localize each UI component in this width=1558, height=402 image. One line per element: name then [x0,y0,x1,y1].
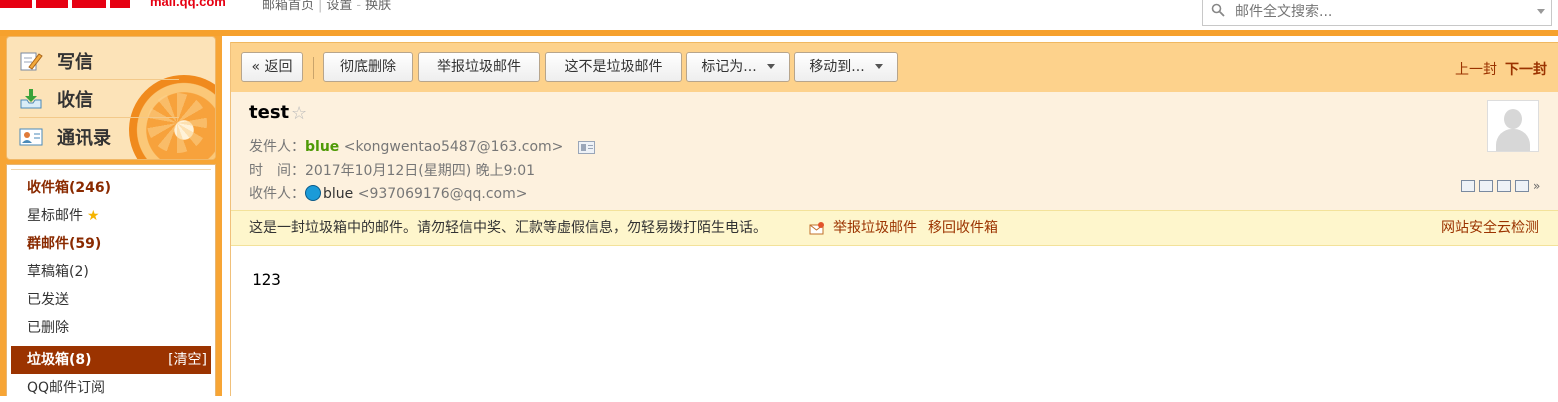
compose-label: 写信 [57,52,93,73]
qq-penguin-icon [305,185,321,201]
sidebar: 写信 收信 通讯录 收件箱(246) 星标邮件 ★ 群邮件(59) 草稿箱(2)… [0,36,222,396]
search-box[interactable] [1202,0,1552,26]
mail-reader: « 返回 彻底删除 举报垃圾邮件 这不是垃圾邮件 标记为... 移动到... 上… [230,42,1558,396]
folder-label: 草稿箱(2) [27,264,89,280]
sender-address: <kongwentao5487@163.com> [343,139,564,155]
receive-button[interactable]: 收信 [19,81,199,117]
sender-row: 发件人：blue <kongwentao5487@163.com> [249,136,595,156]
time-row: 时 间：2017年10月12日(星期四) 晚上9:01 [249,160,535,180]
folder-label: 已发送 [27,292,69,308]
folder-subscriptions[interactable]: QQ邮件订阅 [11,374,211,402]
folder-list-panel: 收件箱(246) 星标邮件 ★ 群邮件(59) 草稿箱(2) 已发送 已删除 垃圾… [6,164,216,396]
link-mail-home[interactable]: 邮箱首页 [262,0,314,13]
recipient-label: 收件人： [249,186,305,202]
dropdown-arrow-icon [766,63,775,69]
recipient-row: 收件人： blue <937069176@qq.com> [249,183,527,203]
star-icon: ★ [87,208,100,224]
contacts-button[interactable]: 通讯录 [19,119,199,155]
folder-label: 已删除 [27,320,69,336]
toolbar-divider [313,57,314,79]
dropdown-arrow-icon [874,63,883,69]
sender-avatar[interactable] [1487,100,1539,152]
folder-inbox[interactable]: 收件箱(246) [11,174,211,202]
link-settings[interactable]: 设置 [326,0,352,13]
more-chevron-icon[interactable]: » [1533,180,1543,192]
print-icon[interactable] [1515,180,1529,192]
folder-label: 星标邮件 [27,208,83,224]
folder-drafts[interactable]: 草稿箱(2) [11,258,211,286]
divider [19,79,179,80]
contacts-label: 通讯录 [57,128,111,149]
top-links: 邮箱首页 | 设置 - 换肤 [262,0,392,13]
next-mail-link[interactable]: 下一封 [1505,62,1547,78]
contacts-card-icon [19,128,43,146]
mail-body: 123 [252,270,281,289]
folder-label: 收件箱(246) [27,180,112,196]
time-label: 时 间： [249,163,305,179]
search-dropdown-icon[interactable] [1537,9,1545,14]
divider [19,117,179,118]
top-bar: mail.qq.com 邮箱首页 | 设置 - 换肤 [0,0,1558,30]
receive-label: 收信 [57,90,93,111]
quick-actions: 写信 收信 通讯录 [6,36,216,160]
header-divider [0,30,1558,36]
folder-deleted[interactable]: 已删除 [11,314,211,342]
empty-spam-link[interactable]: [清空] [168,346,207,374]
security-check-link[interactable]: 网站安全云检测 [1441,211,1539,245]
star-toggle-icon[interactable]: ☆ [291,103,307,124]
mail-header: test ☆ 发件人：blue <kongwentao5487@163.com>… [231,92,1558,210]
move-to-dropdown[interactable]: 移动到... [794,52,898,82]
delete-permanently-button[interactable]: 彻底删除 [323,52,413,82]
recipient-name[interactable]: blue [323,186,353,202]
sender-label: 发件人： [249,139,305,155]
new-window-icon[interactable] [1461,180,1475,192]
folder-sent[interactable]: 已发送 [11,286,211,314]
mail-subject: test [249,102,290,123]
folder-starred[interactable]: 星标邮件 ★ [11,202,211,230]
report-spam-button[interactable]: 举报垃圾邮件 [418,52,540,82]
folder-label: 垃圾箱(8) [27,352,92,368]
folder-list: 收件箱(246) 星标邮件 ★ 群邮件(59) 草稿箱(2) 已发送 已删除 垃圾… [11,169,211,399]
recipient-address: <937069176@qq.com> [357,186,528,202]
contact-card-icon[interactable] [577,140,595,154]
move-to-label: 移动到... [809,59,865,75]
mark-as-label: 标记为... [701,59,757,75]
not-spam-button[interactable]: 这不是垃圾邮件 [545,52,682,82]
report-spam-link[interactable]: 举报垃圾邮件 [833,211,917,245]
time-value: 2017年10月12日(星期四) 晚上9:01 [305,163,536,179]
folder-group-mail[interactable]: 群邮件(59) [11,230,211,258]
move-to-inbox-link[interactable]: 移回收件箱 [928,211,998,245]
qq-mail-logo[interactable] [0,0,140,8]
folder-label: 群邮件(59) [27,236,102,252]
mail-navigation: 上一封 下一封 [1455,59,1547,79]
download-icon[interactable] [1497,180,1511,192]
mark-as-dropdown[interactable]: 标记为... [686,52,790,82]
logo-domain: mail.qq.com [150,0,226,9]
mail-toolbar: « 返回 彻底删除 举报垃圾邮件 这不是垃圾邮件 标记为... 移动到... 上… [231,42,1558,92]
back-button[interactable]: « 返回 [241,52,303,82]
compose-button[interactable]: 写信 [19,43,199,79]
spam-warning-bar: 这是一封垃圾箱中的邮件。请勿轻信中奖、汇款等虚假信息，勿轻易拨打陌生电话。 举报… [231,210,1558,246]
view-source-icon[interactable] [1479,180,1493,192]
report-envelope-icon [809,222,824,235]
link-skin[interactable]: 换肤 [365,0,391,13]
search-input[interactable] [1235,1,1525,23]
mail-tools: » [1461,180,1543,192]
compose-icon [20,52,43,71]
spam-warning-text: 这是一封垃圾箱中的邮件。请勿轻信中奖、汇款等虚假信息，勿轻易拨打陌生电话。 [249,220,767,236]
inbox-download-icon [20,89,42,109]
search-icon [1211,3,1225,17]
sender-name[interactable]: blue [305,139,339,155]
folder-label: QQ邮件订阅 [27,380,106,396]
folder-spam[interactable]: 垃圾箱(8) [清空] [11,346,211,374]
previous-mail-link[interactable]: 上一封 [1455,62,1497,78]
